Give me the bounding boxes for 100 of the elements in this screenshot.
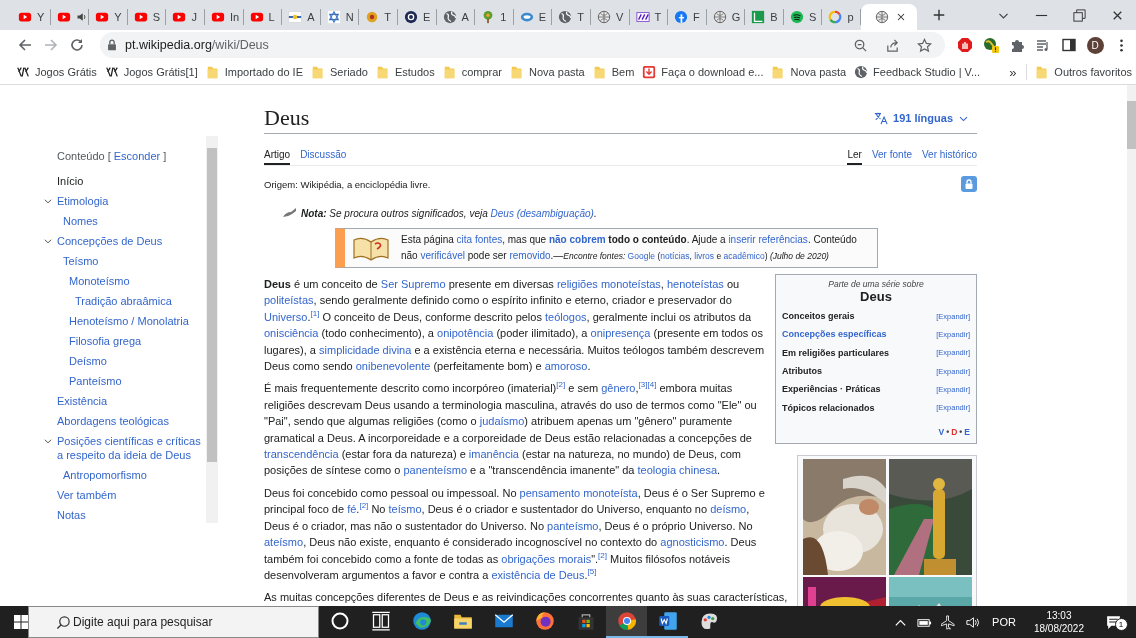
media-list-icon[interactable] [1035, 37, 1051, 53]
page-tab[interactable]: Ver fonte [871, 146, 912, 165]
chevron-down-icon[interactable] [43, 236, 53, 246]
bookmark[interactable]: Faça o download e... [638, 61, 768, 83]
globe-warning-icon[interactable] [983, 37, 999, 53]
clock-date[interactable]: 18/08/2022 [1033, 622, 1084, 635]
toc-link[interactable]: Nomes [63, 214, 98, 228]
link[interactable]: gênero [601, 382, 636, 395]
bookmark[interactable]: Nova pasta [767, 61, 851, 83]
bookmark[interactable]: Seriado [307, 61, 372, 83]
link[interactable]: panenteísmo [403, 464, 468, 477]
link[interactable]: pensamento monoteísta [519, 486, 638, 499]
language-indicator[interactable]: POR [986, 616, 1022, 628]
puzzle-icon[interactable] [1009, 37, 1025, 53]
back-arrow-icon[interactable] [17, 37, 33, 53]
stop-hand-icon[interactable] [957, 37, 973, 53]
link[interactable]: onipotência [437, 327, 494, 340]
scrollbar[interactable] [206, 136, 218, 523]
bookmark[interactable]: Bem [588, 61, 639, 83]
toc-link[interactable]: Filosofia grega [69, 334, 142, 348]
toc-link[interactable]: Etimologia [57, 194, 109, 208]
toc-link[interactable]: Monoteísmo [69, 274, 130, 288]
link[interactable]: imanência [468, 448, 519, 461]
link[interactable]: religiões monoteístas [556, 278, 661, 290]
link[interactable]: acadêmico [723, 251, 765, 261]
plus-icon[interactable] [932, 8, 947, 22]
link[interactable]: E [964, 426, 970, 437]
link[interactable]: Deus (desambiguação) [490, 207, 594, 219]
link[interactable]: não cobrem [548, 234, 606, 245]
clock-time[interactable]: 13:03 [1046, 609, 1072, 622]
toc-link[interactable]: Henoteísmo / Monolatria [69, 314, 189, 328]
link[interactable]: notícias [660, 251, 690, 261]
more-bookmarks-button[interactable]: » [999, 64, 1027, 80]
link[interactable]: onisciência [264, 327, 319, 340]
toc-link[interactable]: Concepções de Deus [57, 234, 163, 248]
toc-link[interactable]: Teísmo [63, 254, 99, 268]
bookmark[interactable]: Importado do IE [201, 61, 307, 83]
bookmark[interactable]: Jogos Grátis [12, 61, 101, 83]
link[interactable]: inserir referências [728, 234, 808, 245]
toc-link[interactable]: Notas [57, 508, 86, 522]
star-icon[interactable] [916, 37, 932, 53]
link[interactable]: transcendência [264, 448, 339, 461]
language-button[interactable]: 191 línguas [874, 111, 969, 125]
reference-link[interactable]: [4] [647, 380, 657, 390]
bookmark[interactable]: Estudos [371, 61, 439, 83]
link[interactable]: removido [509, 250, 551, 261]
share-icon[interactable] [884, 37, 900, 53]
link[interactable]: teólogos [545, 310, 587, 323]
link[interactable]: onipresença [590, 327, 651, 340]
chevron-down-icon[interactable] [43, 436, 53, 446]
reference-link[interactable]: [2] [556, 380, 566, 390]
side-panel-icon[interactable] [1061, 37, 1077, 53]
toc-link[interactable]: Deísmo [69, 354, 107, 368]
toc-link[interactable]: Tradição abraâmica [75, 294, 172, 308]
link[interactable]: judaísmo [479, 415, 525, 428]
page-tab[interactable]: Discussão [300, 146, 347, 165]
toc-link[interactable]: Existência [57, 394, 108, 408]
restore-icon[interactable] [1071, 7, 1087, 23]
link[interactable]: onibenevolente [355, 360, 431, 373]
link[interactable]: verificável [420, 250, 465, 261]
link[interactable]: D [951, 426, 958, 437]
toc-link[interactable]: Panteísmo [69, 374, 122, 388]
toc-link[interactable]: Início [57, 174, 84, 188]
link[interactable]: simplicidade divina [319, 343, 412, 356]
bookmark[interactable]: Jogos Grátis[1] [100, 61, 202, 83]
bookmark-folder[interactable]: Outros favoritos [1031, 61, 1136, 83]
lock-icon[interactable] [961, 176, 977, 192]
link[interactable]: Google [627, 251, 656, 261]
bookmark[interactable]: Nova pasta [506, 61, 589, 83]
reference-link[interactable]: [2] [359, 501, 369, 511]
airplane-icon[interactable] [940, 614, 956, 630]
bookmark[interactable]: Feedback Studio | V... [850, 61, 985, 83]
link[interactable]: V [938, 426, 945, 437]
reload-icon[interactable] [69, 37, 85, 53]
page-tab[interactable]: Ver histórico [921, 146, 977, 165]
toc-link[interactable]: Ver também [57, 488, 117, 502]
toc-link[interactable]: Abordagens teológicas [57, 414, 169, 428]
link[interactable]: henoteístas [666, 278, 724, 290]
zoom-out-icon[interactable] [852, 37, 868, 53]
taskbar-app[interactable] [606, 606, 647, 638]
search-field[interactable]: Digite aqui para pesquisar [28, 606, 319, 638]
link[interactable]: livros [694, 251, 715, 261]
bookmark[interactable]: comprar [438, 61, 507, 83]
chevron-down-icon[interactable] [43, 196, 53, 206]
reference-link[interactable]: [5] [587, 567, 597, 577]
reference-link[interactable]: [2] [598, 550, 607, 560]
page-tab[interactable]: Artigo [264, 146, 291, 165]
profile-avatar[interactable]: D [1086, 36, 1104, 54]
address-bar[interactable]: pt.wikipedia.org/wiki/Deus [100, 32, 945, 58]
browser-tab[interactable] [861, 4, 918, 30]
toc-link[interactable]: Antropomorfismo [63, 468, 147, 482]
page-tab[interactable]: Ler [847, 146, 862, 165]
scrollbar-thumb[interactable] [1127, 101, 1136, 149]
link[interactable]: politeístas [264, 294, 314, 307]
toggle-link[interactable]: Esconder [113, 149, 161, 163]
volume-icon[interactable] [964, 614, 980, 630]
toc-link[interactable]: Posições científicas e críticas a respeito da ideia de Deus [57, 434, 206, 462]
link[interactable]: Ser Supremo [380, 278, 446, 290]
windows-logo-icon[interactable] [13, 614, 29, 630]
link[interactable]: teísmo [388, 503, 422, 516]
